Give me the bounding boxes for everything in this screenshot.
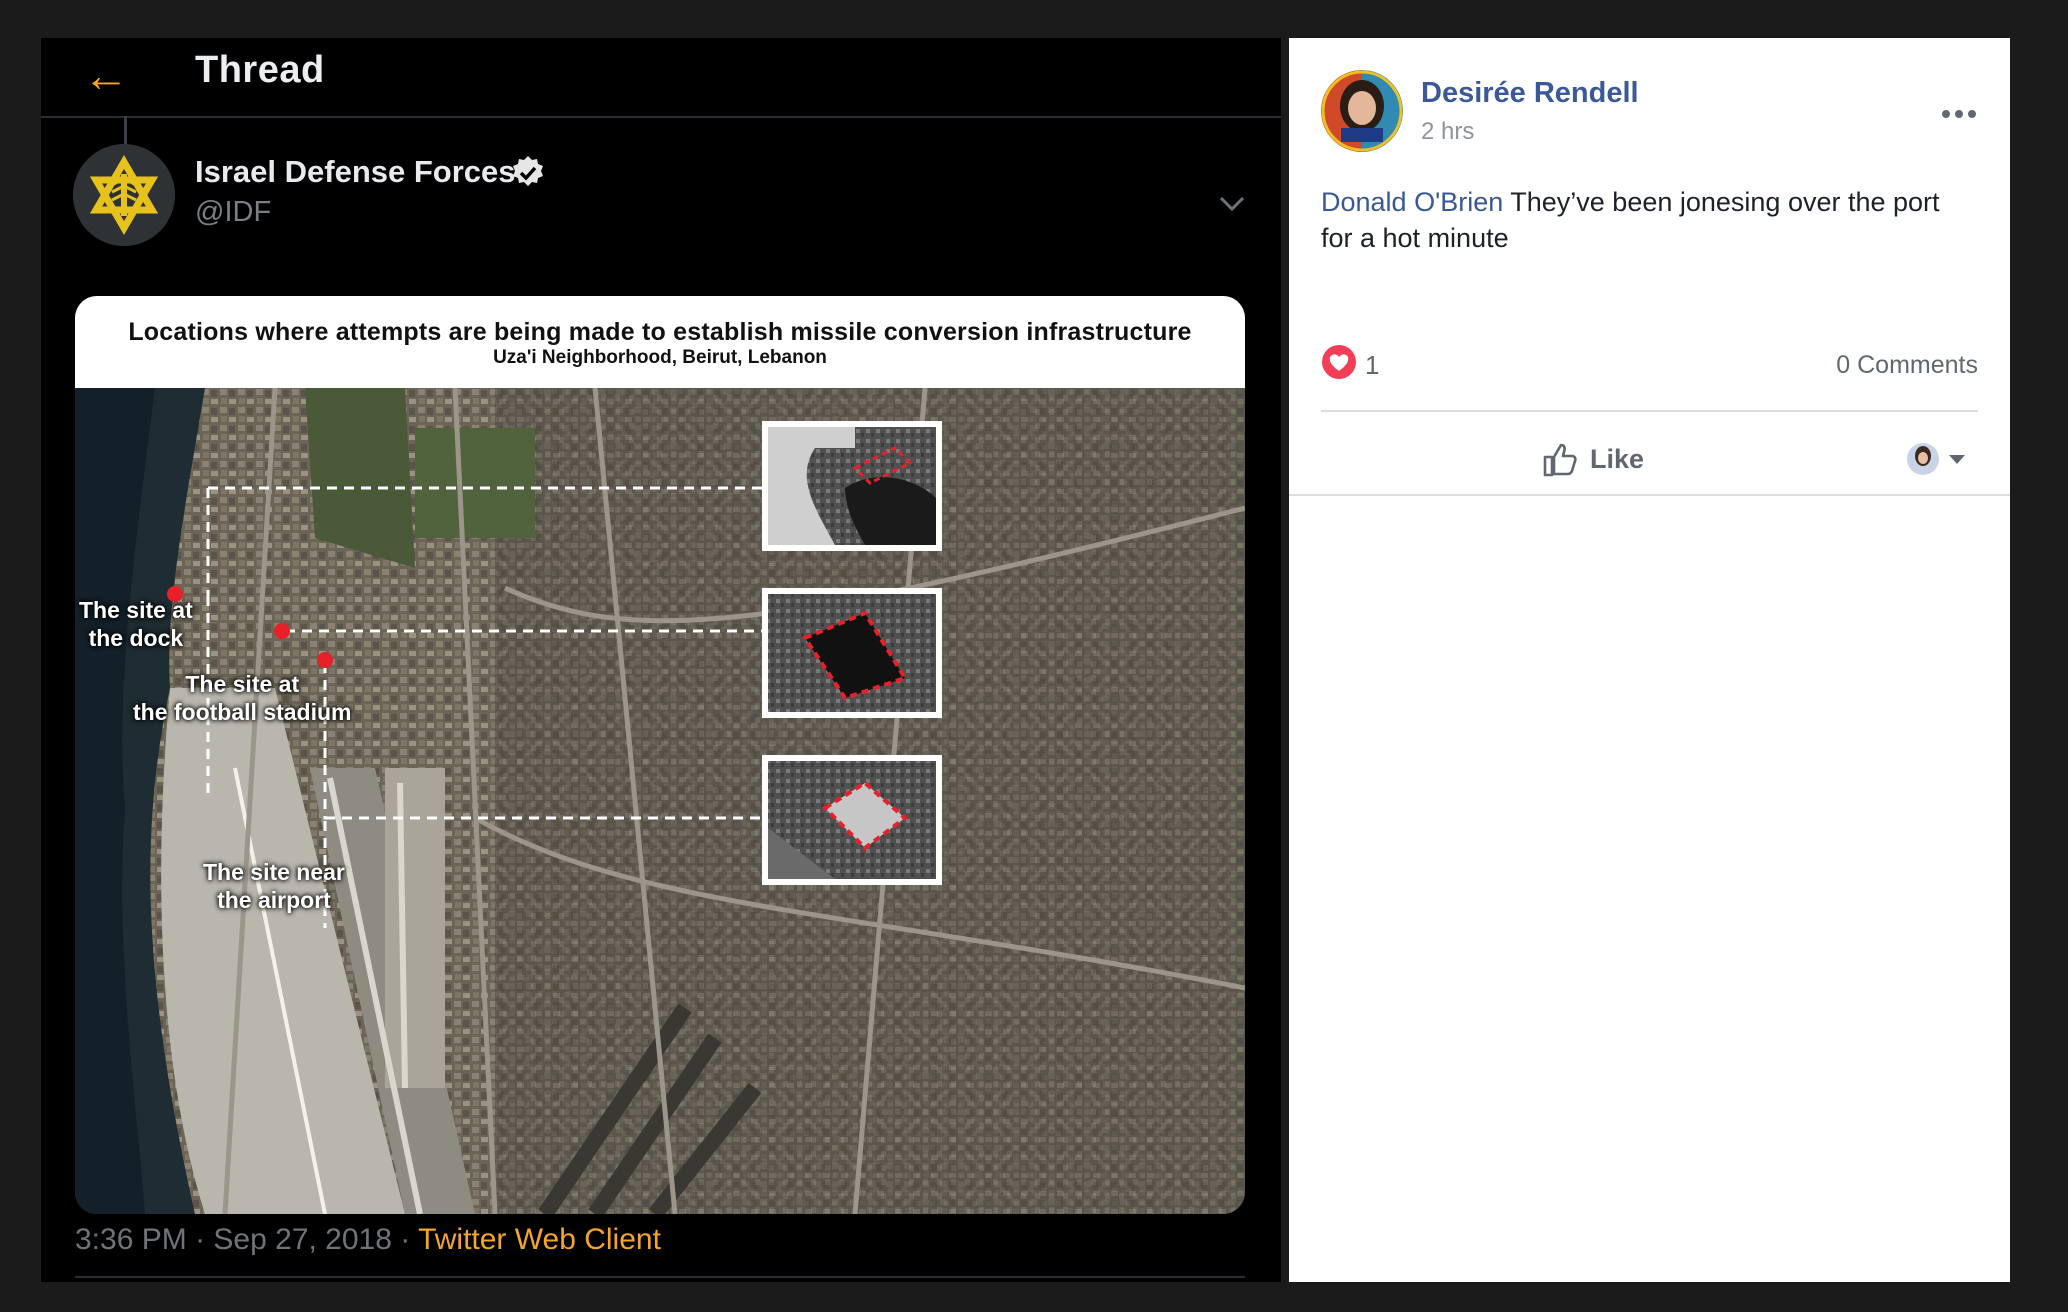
tweet-metadata: 3:36 PM · Sep 27, 2018 · Twitter Web Cli… xyxy=(75,1210,661,1270)
tweet-date[interactable]: Sep 27, 2018 xyxy=(213,1223,392,1256)
idf-emblem-icon xyxy=(73,144,175,246)
meta-separator: · xyxy=(195,1223,206,1256)
verified-badge-icon xyxy=(513,156,543,186)
label-airport-site: The site near the airport xyxy=(203,859,345,913)
image-title: Locations where attempts are being made … xyxy=(128,318,1192,346)
like-label: Like xyxy=(1590,443,1645,474)
love-reaction-icon[interactable] xyxy=(1321,344,1357,380)
facebook-post-panel: Desirée Rendell 2 hrs Donald O'Brien The… xyxy=(1289,38,2010,1282)
divider xyxy=(1289,494,2010,496)
comments-count[interactable]: 0 Comments xyxy=(1836,348,1978,382)
thread-header: ← Thread xyxy=(41,38,1281,118)
post-time[interactable]: 2 hrs xyxy=(1421,116,1474,148)
idf-avatar[interactable] xyxy=(73,144,175,246)
profile-photo xyxy=(1321,70,1403,152)
image-banner: Locations where attempts are being made … xyxy=(75,296,1245,388)
meta-separator: · xyxy=(400,1223,411,1256)
author-name[interactable]: Israel Defense Forces xyxy=(195,150,516,194)
chevron-down-icon[interactable] xyxy=(1217,188,1247,218)
reaction-count[interactable]: 1 xyxy=(1365,348,1379,382)
thread-title: Thread xyxy=(195,49,325,91)
more-options-icon[interactable] xyxy=(1941,108,1977,120)
satellite-map xyxy=(75,388,1245,1214)
back-arrow-icon[interactable]: ← xyxy=(83,52,129,98)
reaction-profile-selector[interactable] xyxy=(1903,438,1977,480)
post-text: Donald O'Brien They’ve been jonesing ove… xyxy=(1321,184,1961,256)
label-stadium-site: The site at the football stadium xyxy=(133,671,352,725)
tweet-time[interactable]: 3:36 PM xyxy=(75,1223,187,1256)
image-subtitle: Uza'i Neighborhood, Beirut, Lebanon xyxy=(493,347,827,368)
like-button[interactable]: Like xyxy=(1542,434,1644,484)
label-dock-site: The site at the dock xyxy=(79,597,193,651)
divider xyxy=(75,1276,1245,1278)
thumbs-up-icon xyxy=(1543,443,1577,477)
tweet-image[interactable]: Locations where attempts are being made … xyxy=(75,296,1245,1214)
twitter-thread-panel: ← Thread Israel Defense Forces @IDF Loca… xyxy=(41,38,1281,1282)
tweet-client-link[interactable]: Twitter Web Client xyxy=(418,1223,661,1256)
post-author[interactable]: Desirée Rendell xyxy=(1421,73,1639,113)
avatar[interactable] xyxy=(1321,70,1403,152)
author-handle[interactable]: @IDF xyxy=(195,193,271,231)
mention-link[interactable]: Donald O'Brien xyxy=(1321,187,1503,217)
divider xyxy=(1321,410,1978,412)
